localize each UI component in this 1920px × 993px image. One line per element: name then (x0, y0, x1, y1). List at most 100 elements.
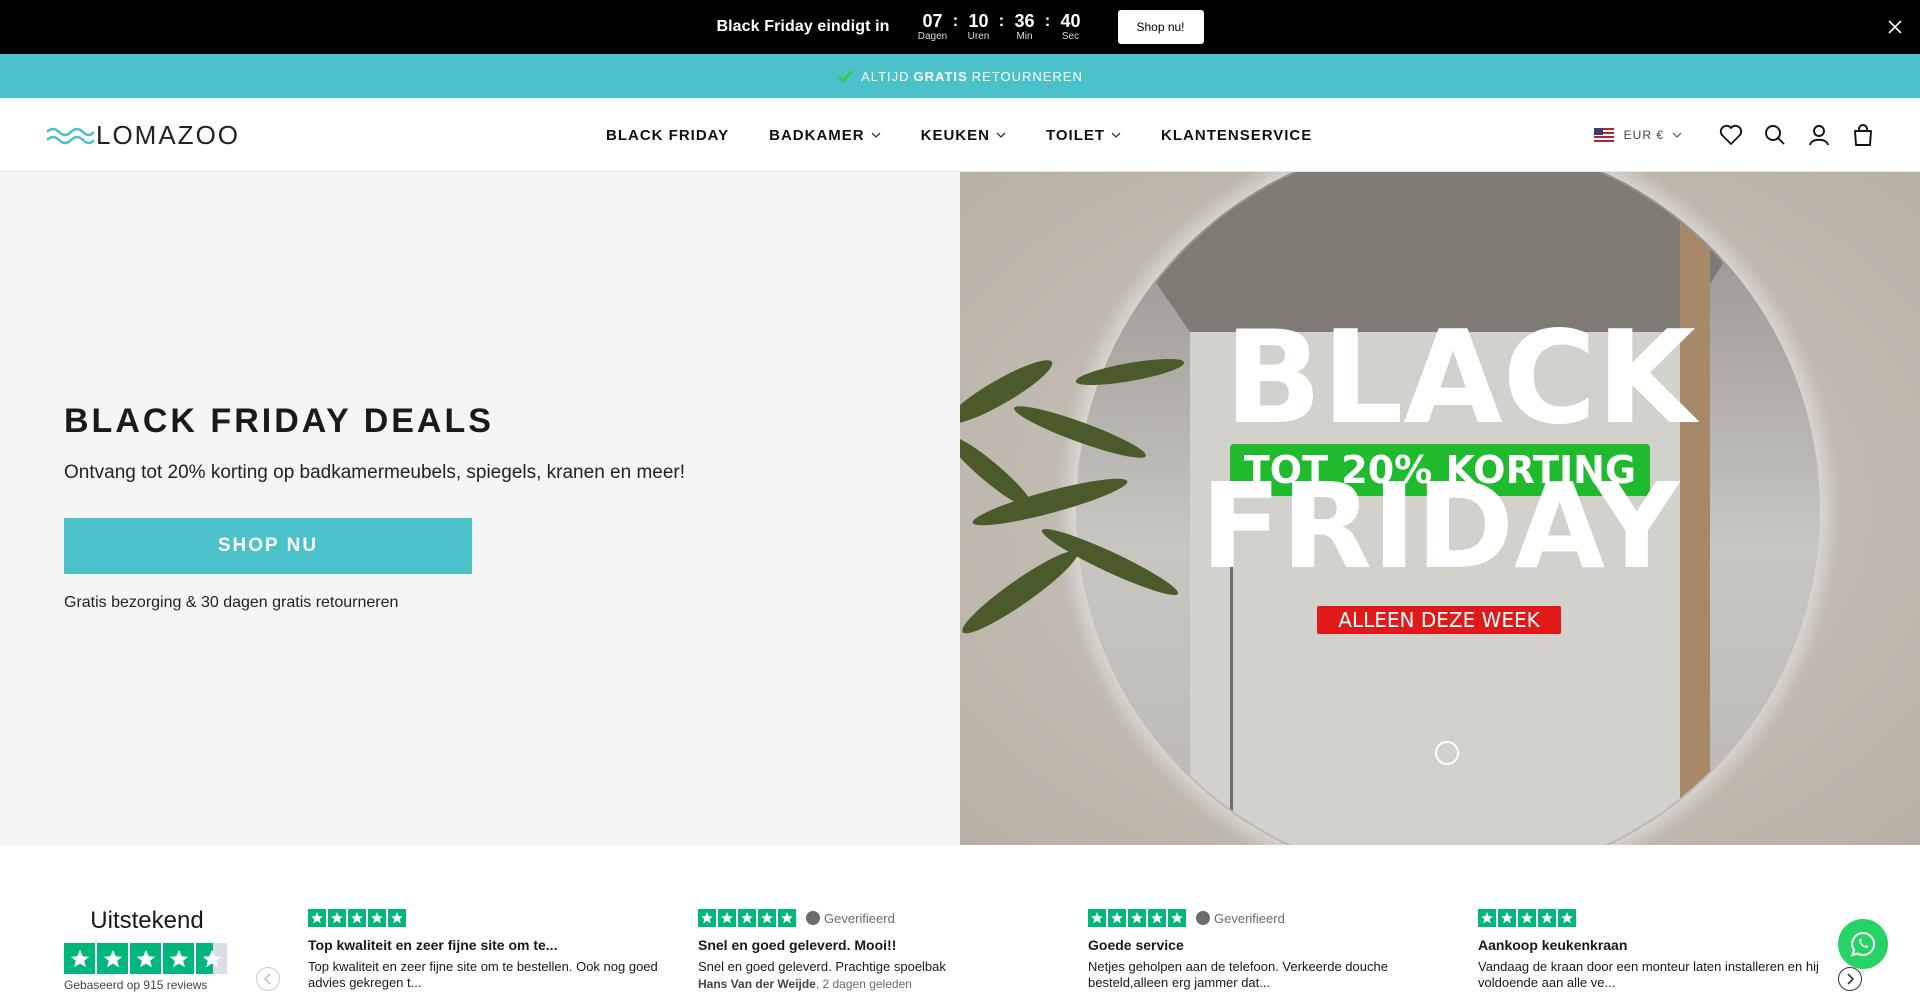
star-icon (97, 943, 128, 974)
nav-item-klantenservice[interactable]: KLANTENSERVICE (1161, 127, 1312, 144)
reviews-next-button[interactable] (1838, 967, 1862, 991)
whatsapp-chat-button[interactable] (1838, 919, 1888, 969)
star-icon (64, 943, 95, 974)
star-icon (1538, 909, 1556, 927)
review-stars (308, 909, 668, 927)
announcement-text-post: RETOURNEREN (971, 68, 1083, 84)
check-icon (837, 70, 854, 83)
star-icon (718, 909, 736, 927)
star-icon (163, 943, 194, 974)
countdown-hours-label: Uren (967, 30, 990, 42)
review-title: Goede service (1088, 937, 1184, 953)
us-flag-icon (1593, 128, 1614, 142)
review-text: Netjes geholpen aan de telefoon. Verkeer… (1088, 959, 1388, 990)
star-icon (1558, 909, 1576, 927)
verified-check-icon (1196, 911, 1210, 925)
nav-item-label: TOILET (1045, 126, 1106, 144)
countdown-hours-value: 10 (968, 10, 989, 31)
star-icon (348, 909, 366, 927)
topbar-shop-button[interactable]: Shop nu! (1117, 10, 1204, 44)
review-card[interactable]: Aankoop keukenkraan Vandaag de kraan doo… (1478, 909, 1838, 991)
countdown-separator: : (998, 10, 1005, 30)
nav-item-label: BADKAMER (769, 126, 865, 144)
logo[interactable]: LOMAZOO (46, 120, 240, 151)
banner-week-text: ALLEEN DEZE WEEK (1338, 608, 1540, 632)
countdown-seconds: 40 Sec (1054, 12, 1088, 43)
verified-check-icon (806, 911, 820, 925)
chevron-right-icon (1847, 973, 1854, 985)
hero-note: Gratis bezorging & 30 dagen gratis retou… (64, 594, 399, 611)
countdown-seconds-label: Sec (1061, 30, 1080, 42)
countdown-days-label: Dagen (917, 30, 948, 42)
banner-black-text: BLACK (1224, 304, 1700, 453)
countdown-hours: 10 Uren (962, 12, 996, 43)
search-icon[interactable] (1762, 122, 1788, 148)
star-icon (738, 909, 756, 927)
star-icon (1478, 909, 1496, 927)
verified-label: Geverifieerd (1214, 910, 1285, 926)
trustpilot-rating-text: Uitstekend (90, 907, 204, 934)
whatsapp-icon (1851, 931, 1875, 957)
bag-icon[interactable] (1850, 122, 1876, 148)
review-time: 2 dagen geleden (822, 977, 912, 991)
countdown-title: Black Friday eindigt in (716, 18, 890, 35)
wave-logo-icon (46, 127, 94, 144)
announcement-text-bold: GRATIS (913, 68, 968, 84)
announcement-bar: ALTIJD GRATIS RETOURNEREN (0, 54, 1920, 98)
currency-selector[interactable]: EUR € (1593, 128, 1682, 142)
nav-item-keuken[interactable]: KEUKEN (921, 127, 1006, 144)
nav-item-toilet[interactable]: TOILET (1046, 127, 1121, 144)
review-title: Aankoop keukenkraan (1478, 937, 1628, 953)
review-card[interactable]: Top kwaliteit en zeer fijne site om te..… (308, 909, 668, 991)
currency-label: EUR € (1623, 128, 1664, 142)
review-card[interactable]: Geverifieerd Goede service Netjes geholp… (1088, 909, 1448, 991)
review-meta: Hans Van der Weijde, 2 dagen geleden (698, 977, 912, 991)
countdown-minutes: 36 Min (1008, 12, 1042, 43)
review-author: Hans Van der Weijde (698, 977, 816, 991)
countdown-days: 07 Dagen (916, 12, 950, 43)
review-text: Vandaag de kraan door een monteur laten … (1478, 959, 1819, 990)
review-card[interactable]: Geverifieerd Snel en goed geleverd. Mooi… (698, 909, 1058, 991)
reviews-prev-button[interactable] (256, 967, 280, 991)
countdown-timer: 07 Dagen : 10 Uren : 36 Min : 40 Sec (916, 10, 1088, 43)
countdown-seconds-value: 40 (1060, 10, 1081, 31)
hero-shop-button[interactable]: SHOP NU (64, 518, 472, 574)
star-icon (328, 909, 346, 927)
countdown-minutes-label: Min (1016, 30, 1033, 42)
hero-subtitle: Ontvang tot 20% korting op badkamermeube… (64, 462, 686, 483)
review-stars (1478, 909, 1838, 927)
user-icon[interactable] (1806, 122, 1832, 148)
announcement-text-pre: ALTIJD (861, 68, 910, 84)
nav-item-label: KLANTENSERVICE (1161, 126, 1313, 144)
nav-item-badkamer[interactable]: BADKAMER (769, 127, 881, 144)
review-title: Top kwaliteit en zeer fijne site om te..… (308, 937, 558, 953)
star-icon (308, 909, 326, 927)
star-icon (698, 909, 716, 927)
hero-image: BLACK TOT 20% KORTING FRIDAY ALLEEN DEZE… (960, 172, 1920, 845)
site-header: LOMAZOO BLACK FRIDAY BADKAMER KEUKEN TOI… (0, 98, 1920, 172)
review-stars: Geverifieerd (698, 909, 1058, 927)
star-icon (778, 909, 796, 927)
nav-item-label: KEUKEN (920, 126, 990, 144)
star-icon (130, 943, 161, 974)
close-icon[interactable] (1884, 16, 1906, 38)
trustpilot-stars (64, 943, 234, 974)
trustpilot-summary[interactable]: Uitstekend Gebaseerd op 915 reviews (64, 907, 234, 992)
review-stars: Geverifieerd (1088, 909, 1448, 927)
nav-item-black-friday[interactable]: BLACK FRIDAY (606, 127, 729, 144)
countdown-minutes-value: 36 (1014, 10, 1035, 31)
star-icon (1518, 909, 1536, 927)
star-icon (1498, 909, 1516, 927)
review-text: Top kwaliteit en zeer fijne site om te b… (308, 959, 658, 990)
half-star-icon (196, 943, 227, 974)
hero-banner-graphic: BLACK TOT 20% KORTING FRIDAY ALLEEN DEZE… (960, 172, 1920, 845)
chevron-down-icon (1111, 132, 1121, 138)
banner-friday-text: FRIDAY (1201, 457, 1681, 595)
star-icon (1148, 909, 1166, 927)
star-icon (1088, 909, 1106, 927)
star-icon (388, 909, 406, 927)
star-icon (758, 909, 776, 927)
verified-badge: Geverifieerd (1196, 911, 1285, 926)
review-title: Snel en goed geleverd. Mooi!! (698, 937, 897, 953)
heart-icon[interactable] (1718, 122, 1744, 148)
